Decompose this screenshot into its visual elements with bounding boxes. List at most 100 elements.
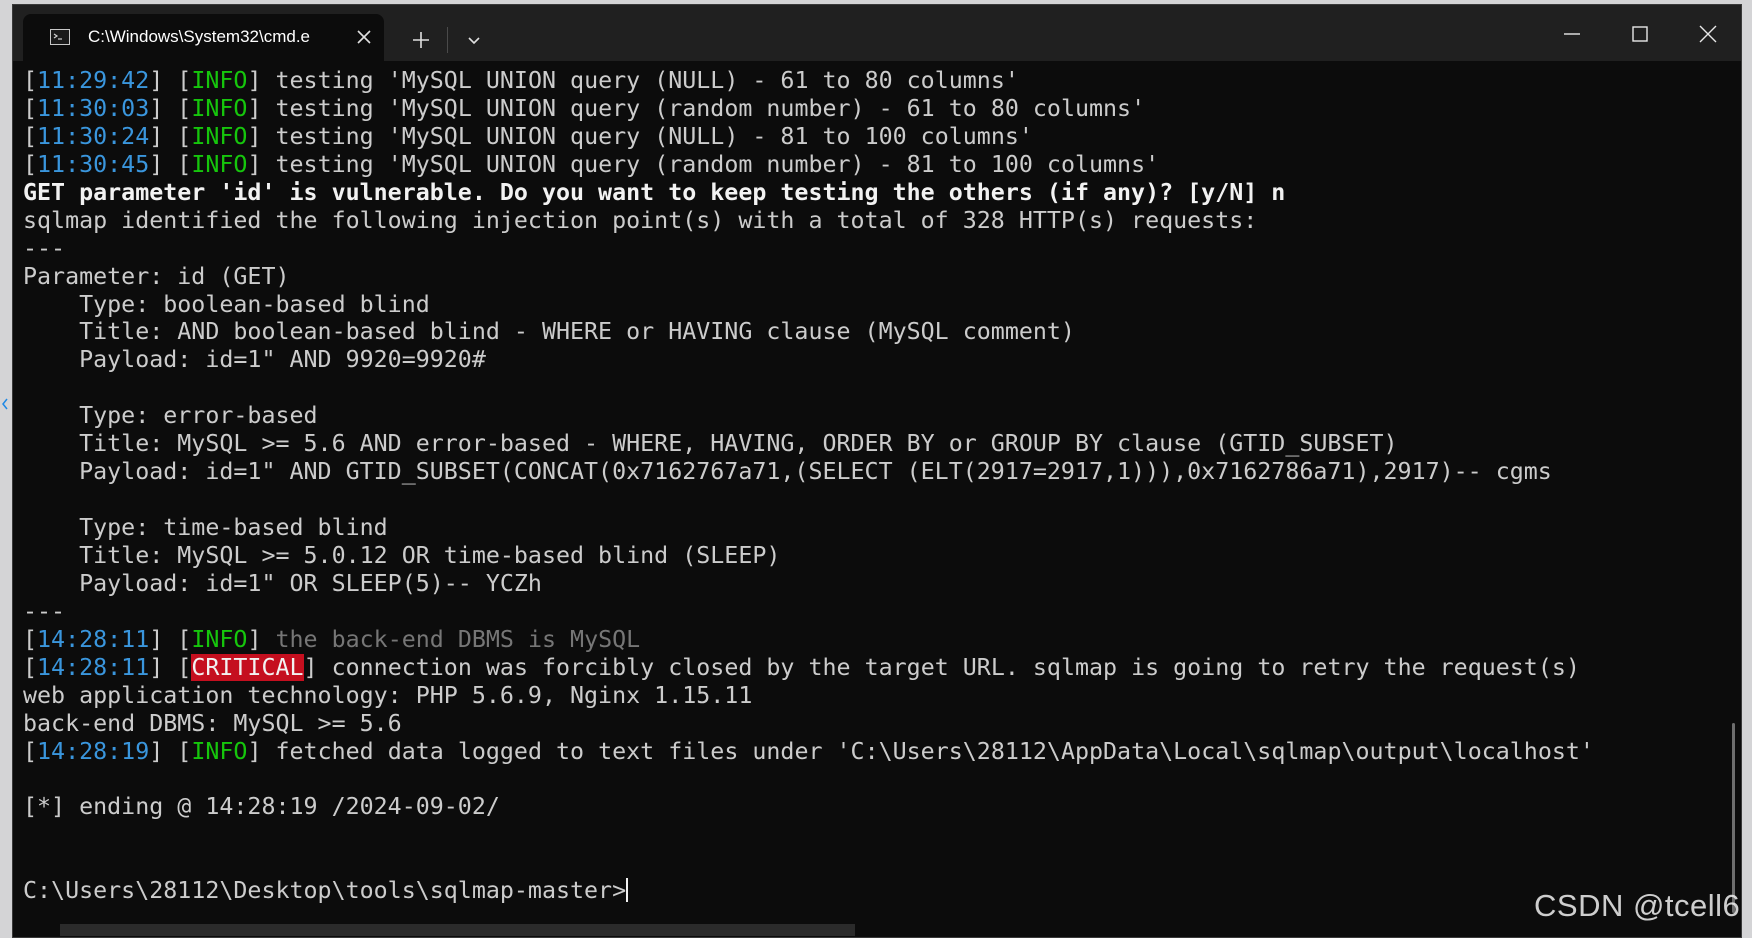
output-text: Title: MySQL >= 5.6 AND error-based - WH… (23, 430, 1398, 458)
bracket: [ (23, 150, 38, 178)
output-text: back-end DBMS: MySQL >= 5.6 (23, 709, 402, 737)
tab-cmd[interactable]: C:\Windows\System32\cmd.e (23, 14, 384, 61)
terminal-line: Title: MySQL >= 5.6 AND error-based - WH… (23, 430, 1723, 458)
terminal-line: Title: MySQL >= 5.0.12 OR time-based bli… (23, 542, 1723, 570)
output-text: --- (23, 597, 66, 625)
terminal-line: [11:30:03] [INFO] testing 'MySQL UNION q… (23, 95, 1723, 123)
bracket: ] (247, 122, 262, 150)
terminal-line: [11:30:24] [INFO] testing 'MySQL UNION q… (23, 123, 1723, 151)
title-bar: C:\Windows\System32\cmd.e (13, 5, 1741, 61)
bracket: ] (303, 653, 318, 681)
terminal-output[interactable]: [11:29:42] [INFO] testing 'MySQL UNION q… (23, 67, 1723, 937)
bracket: ] [ (149, 737, 192, 765)
timestamp: 11:30:03 (37, 94, 150, 122)
terminal-line: Payload: id=1" AND GTID_SUBSET(CONCAT(0x… (23, 458, 1723, 486)
timestamp: 11:30:24 (37, 122, 150, 150)
terminal-line: back-end DBMS: MySQL >= 5.6 (23, 710, 1723, 738)
log-level-badge: INFO (191, 625, 248, 653)
timestamp: 14:28:11 (37, 625, 150, 653)
chevron-left-icon (0, 396, 10, 412)
output-text: Payload: id=1" AND GTID_SUBSET(CONCAT(0x… (23, 458, 1552, 486)
log-message: the back-end DBMS is MySQL (261, 625, 641, 653)
terminal-line: GET parameter 'id' is vulnerable. Do you… (23, 179, 1723, 207)
log-level-badge: INFO (191, 737, 248, 765)
terminal-line: --- (23, 235, 1723, 263)
bracket: ] (247, 67, 262, 94)
output-text: Payload: id=1" OR SLEEP(5)-- YCZh (23, 569, 542, 597)
watermark: CSDN @tcell6 (1534, 888, 1741, 923)
maximize-icon[interactable] (1605, 5, 1673, 61)
output-text: Title: MySQL >= 5.0.12 OR time-based bli… (23, 541, 781, 569)
output-text: Title: AND boolean-based blind - WHERE o… (23, 318, 1075, 346)
terminal-line: web application technology: PHP 5.6.9, N… (23, 682, 1723, 710)
output-text: web application technology: PHP 5.6.9, N… (23, 681, 753, 709)
bracket: ] [ (149, 625, 192, 653)
tab-title: C:\Windows\System32\cmd.e (88, 27, 311, 46)
terminal-line: [14:28:19] [INFO] fetched data logged to… (23, 738, 1723, 766)
timestamp: 11:29:42 (37, 67, 150, 94)
terminal-line: [11:30:45] [INFO] testing 'MySQL UNION q… (23, 151, 1723, 179)
terminal-line: [14:28:11] [CRITICAL] connection was for… (23, 653, 1723, 682)
terminal-line: Title: AND boolean-based blind - WHERE o… (23, 318, 1723, 346)
bracket: ] [ (149, 94, 192, 122)
close-icon[interactable] (353, 26, 375, 48)
close-icon[interactable] (1673, 5, 1741, 61)
terminal-icon (50, 29, 70, 45)
terminal-line: Type: boolean-based blind (23, 291, 1723, 319)
bracket: [ (23, 737, 38, 765)
timestamp: 11:30:45 (37, 150, 150, 178)
terminal-line: sqlmap identified the following injectio… (23, 207, 1723, 235)
output-text: --- (23, 234, 66, 262)
scrollbar[interactable] (1732, 723, 1735, 913)
text-cursor (626, 878, 629, 903)
bracket: [ (23, 67, 38, 94)
minimize-icon[interactable] (1537, 5, 1605, 61)
bracket: [ (23, 122, 38, 150)
terminal-line: [11:29:42] [INFO] testing 'MySQL UNION q… (23, 67, 1723, 95)
timestamp: 14:28:19 (37, 737, 150, 765)
terminal-line: [14:28:11] [INFO] the back-end DBMS is M… (23, 626, 1723, 654)
bracket: ] [ (149, 67, 192, 94)
terminal-line: Parameter: id (GET) (23, 263, 1723, 291)
log-message: testing 'MySQL UNION query (NULL) - 81 t… (261, 122, 1033, 150)
bracket: [ (23, 94, 38, 122)
output-text: Parameter: id (GET) (23, 262, 290, 290)
log-message: testing 'MySQL UNION query (random numbe… (261, 150, 1160, 178)
bracket: ] (247, 625, 262, 653)
terminal-window: C:\Windows\System32\cmd.e [11:29:42] [IN… (12, 4, 1742, 938)
bracket: ] (247, 737, 262, 765)
bracket: ] [ (149, 653, 192, 681)
taskbar-strip (60, 924, 855, 936)
log-level-badge: CRITICAL (191, 653, 304, 681)
plus-icon[interactable] (406, 25, 436, 55)
bracket: ] [ (149, 122, 192, 150)
prompt-line[interactable]: C:\Users\28112\Desktop\tools\sqlmap-mast… (23, 877, 1723, 905)
log-level-badge: INFO (191, 122, 248, 150)
output-text: [*] ending @ 14:28:19 /2024-09-02/ (23, 793, 500, 821)
log-level-badge: INFO (191, 94, 248, 122)
terminal-line: Payload: id=1" AND 9920=9920# (23, 346, 1723, 374)
terminal-line: Payload: id=1" OR SLEEP(5)-- YCZh (23, 570, 1723, 598)
terminal-line: --- (23, 598, 1723, 626)
timestamp: 14:28:11 (37, 653, 150, 681)
bracket: [ (23, 625, 38, 653)
tab-separator (447, 27, 448, 53)
log-level-badge: INFO (191, 150, 248, 178)
bracket: [ (23, 653, 38, 681)
terminal-line: Type: error-based (23, 402, 1723, 430)
output-text: GET parameter 'id' is vulnerable. Do you… (23, 178, 1286, 206)
terminal-line: [*] ending @ 14:28:19 /2024-09-02/ (23, 793, 1723, 821)
terminal-line: Type: time-based blind (23, 514, 1723, 542)
command-prompt: C:\Users\28112\Desktop\tools\sqlmap-mast… (23, 877, 627, 905)
output-text: Type: time-based blind (23, 514, 388, 541)
output-text: Type: boolean-based blind (23, 290, 430, 318)
log-message: testing 'MySQL UNION query (NULL) - 61 t… (261, 67, 1019, 94)
output-text: Payload: id=1" AND 9920=9920# (23, 346, 486, 374)
log-level-badge: INFO (191, 67, 248, 94)
chevron-down-icon[interactable] (459, 25, 489, 55)
log-message: testing 'MySQL UNION query (random numbe… (261, 94, 1146, 122)
